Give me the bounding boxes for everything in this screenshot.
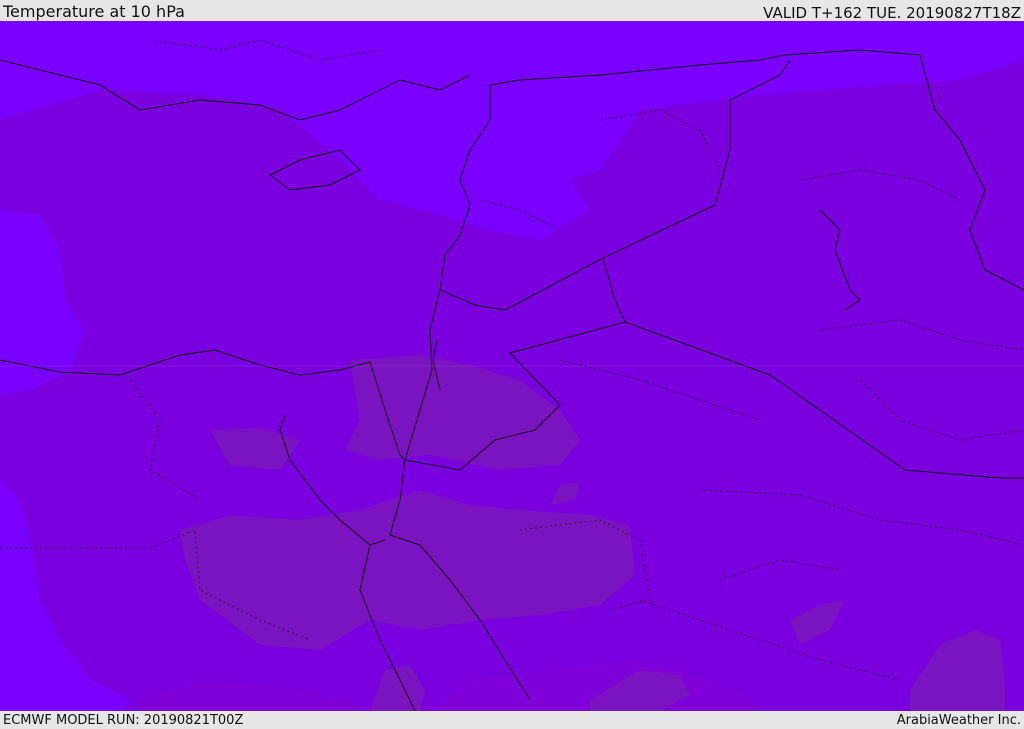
map-title: Temperature at 10 hPa	[3, 2, 185, 21]
model-run-label: ECMWF MODEL RUN: 20190821T00Z	[3, 713, 244, 728]
temperature-map	[0, 21, 1024, 711]
valid-time: VALID T+162 TUE. 20190827T18Z	[763, 4, 1021, 22]
brand-label: ArabiaWeather Inc.	[896, 713, 1021, 728]
